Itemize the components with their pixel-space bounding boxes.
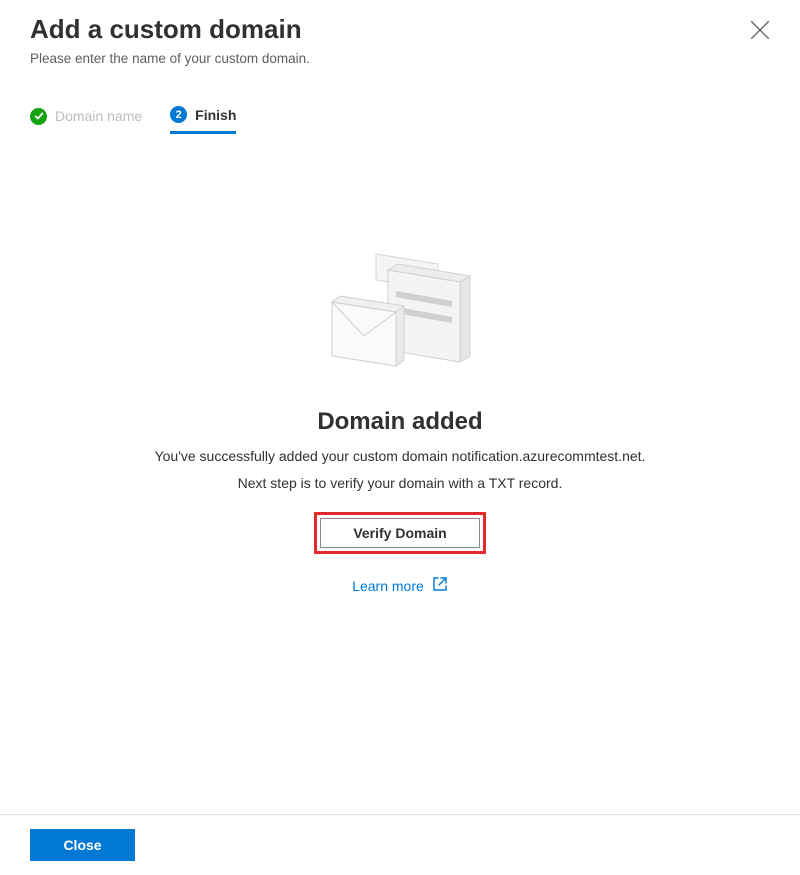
result-desc-line1: You've successfully added your custom do… bbox=[155, 446, 646, 467]
panel-title: Add a custom domain bbox=[30, 14, 770, 45]
step-label: Finish bbox=[195, 107, 236, 123]
checkmark-icon bbox=[30, 108, 47, 125]
verify-highlight-box: Verify Domain bbox=[314, 512, 486, 554]
panel-footer: Close bbox=[0, 814, 800, 875]
verify-domain-button[interactable]: Verify Domain bbox=[320, 518, 480, 548]
wizard-steps: Domain name 2 Finish bbox=[0, 72, 800, 134]
result-desc-line2: Next step is to verify your domain with … bbox=[238, 473, 563, 494]
result-title: Domain added bbox=[317, 408, 482, 436]
step-domain-name[interactable]: Domain name bbox=[30, 108, 142, 133]
add-custom-domain-panel: Add a custom domain Please enter the nam… bbox=[0, 0, 800, 875]
close-button[interactable]: Close bbox=[30, 829, 135, 861]
learn-more-label: Learn more bbox=[352, 578, 424, 594]
external-link-icon bbox=[432, 576, 448, 595]
step-number-badge: 2 bbox=[170, 106, 187, 123]
close-icon[interactable] bbox=[750, 20, 770, 40]
panel-header: Add a custom domain Please enter the nam… bbox=[0, 0, 800, 72]
learn-more-link[interactable]: Learn more bbox=[352, 576, 448, 595]
panel-content: Domain added You've successfully added y… bbox=[0, 134, 800, 814]
step-label: Domain name bbox=[55, 108, 142, 124]
step-finish[interactable]: 2 Finish bbox=[170, 106, 236, 134]
domain-added-illustration bbox=[310, 244, 490, 384]
panel-subtitle: Please enter the name of your custom dom… bbox=[30, 51, 770, 66]
